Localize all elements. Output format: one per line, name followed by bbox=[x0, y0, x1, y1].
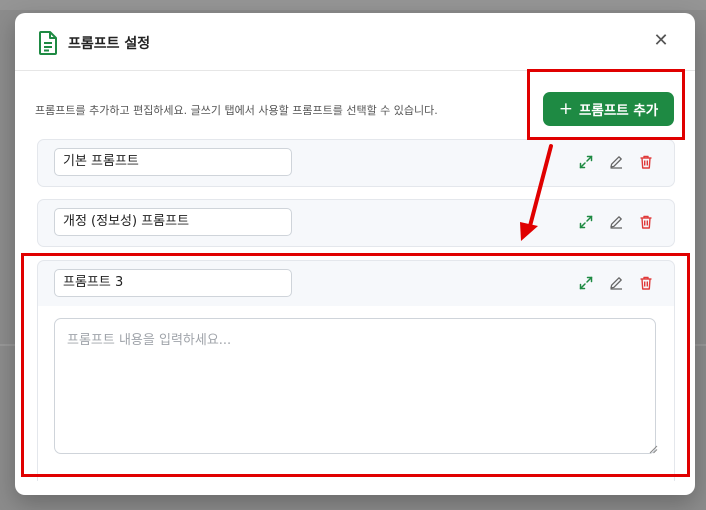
pencil-icon[interactable] bbox=[608, 154, 624, 170]
modal-header: 프롬프트 설정 ✕ bbox=[15, 13, 695, 71]
backdrop-bar bbox=[0, 0, 706, 10]
document-icon bbox=[39, 31, 57, 55]
prompt-card: 개정 (정보성) 프롬프트 bbox=[37, 199, 675, 247]
modal-title: 프롬프트 설정 bbox=[68, 36, 151, 52]
trash-icon[interactable] bbox=[638, 214, 654, 230]
prompt-name-input[interactable]: 개정 (정보성) 프롬프트 bbox=[54, 208, 292, 236]
highlight-add-button bbox=[527, 69, 685, 140]
prompt-card: 기본 프롬프트 bbox=[37, 139, 675, 187]
highlight-new-prompt bbox=[21, 253, 690, 477]
close-button[interactable]: ✕ bbox=[653, 32, 669, 50]
modal-description: 프롬프트를 추가하고 편집하세요. 글쓰기 탭에서 사용할 프롬프트를 선택할 … bbox=[35, 104, 438, 117]
trash-icon[interactable] bbox=[638, 154, 654, 170]
pencil-icon[interactable] bbox=[608, 214, 624, 230]
prompt-name-input[interactable]: 기본 프롬프트 bbox=[54, 148, 292, 176]
expand-icon[interactable] bbox=[578, 154, 594, 170]
expand-icon[interactable] bbox=[578, 214, 594, 230]
